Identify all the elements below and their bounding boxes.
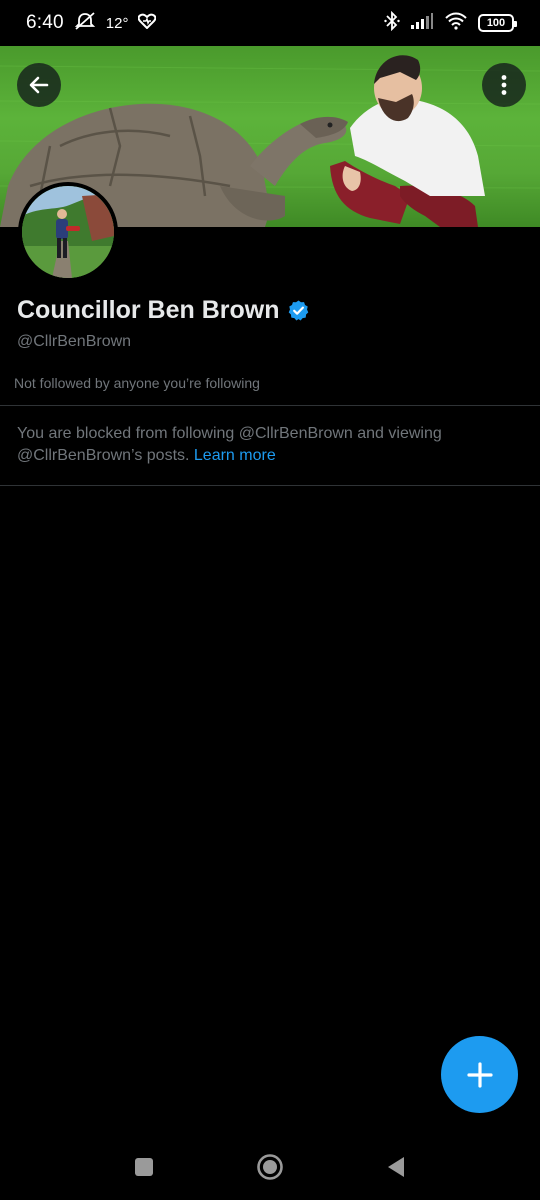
- system-nav-bar: [0, 1134, 540, 1200]
- back-triangle-icon: [388, 1157, 404, 1177]
- avatar[interactable]: [18, 182, 118, 282]
- status-temperature: 12°: [105, 14, 129, 32]
- recents-square-icon: [135, 1158, 153, 1176]
- battery-level: 100: [486, 17, 506, 29]
- plus-icon: [466, 1061, 493, 1088]
- more-vertical-icon: [501, 75, 507, 95]
- blocked-notice: You are blocked from following @CllrBenB…: [17, 423, 517, 467]
- wifi-icon: [444, 12, 468, 35]
- mute-alarm-icon: [74, 11, 96, 36]
- signal-icon: [410, 12, 434, 35]
- display-name: Councillor Ben Brown: [17, 296, 310, 325]
- profile-handle: @CllrBenBrown: [17, 333, 132, 350]
- more-options-button[interactable]: [482, 63, 526, 107]
- home-circle-icon: [257, 1154, 283, 1180]
- followers-you-know-note[interactable]: Not followed by anyone you’re following: [14, 375, 260, 391]
- status-bar: 6:40 12° 100: [0, 0, 540, 46]
- back-button[interactable]: [17, 63, 61, 107]
- home-button[interactable]: [255, 1152, 285, 1182]
- bluetooth-icon: [384, 10, 400, 36]
- display-name-text: Councillor Ben Brown: [17, 296, 280, 324]
- heart-health-icon: [138, 13, 157, 34]
- verified-badge-icon[interactable]: [287, 299, 310, 322]
- battery-icon: 100: [478, 14, 517, 32]
- status-left: 6:40 12°: [26, 11, 157, 36]
- arrow-left-icon: [29, 76, 49, 94]
- divider-top: [0, 405, 540, 406]
- status-time: 6:40: [26, 12, 64, 33]
- system-back-button[interactable]: [381, 1152, 411, 1182]
- status-right: 100: [384, 10, 517, 36]
- learn-more-link[interactable]: Learn more: [194, 447, 276, 464]
- divider-bottom: [0, 485, 540, 486]
- compose-post-button[interactable]: [441, 1036, 518, 1113]
- recents-button[interactable]: [129, 1152, 159, 1182]
- avatar-image: [22, 186, 114, 278]
